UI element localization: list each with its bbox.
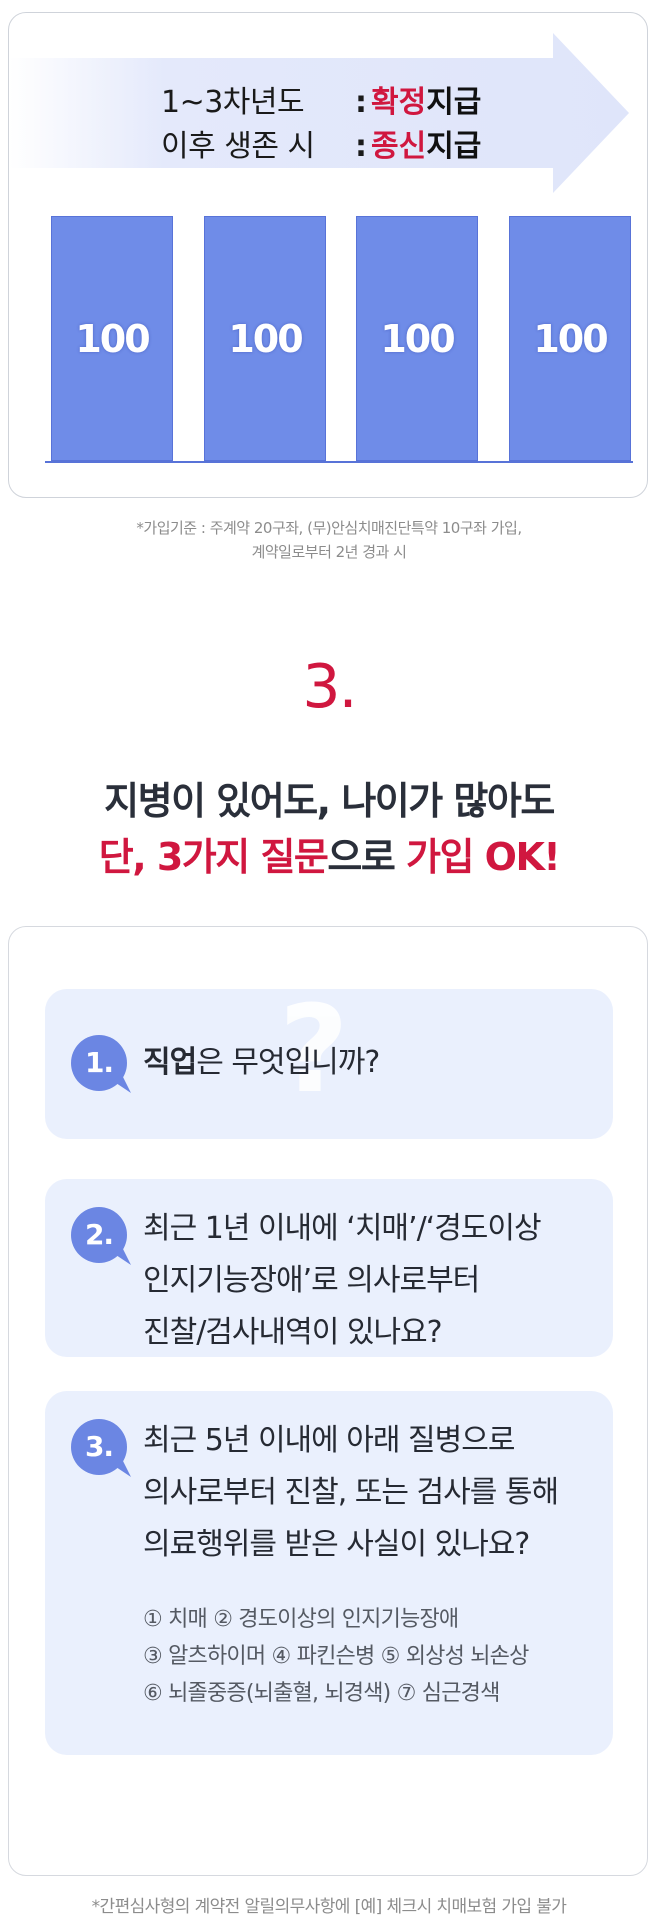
disease-list-line: ⑥ 뇌졸중증(뇌출혈, 뇌경색) ⑦ 심근경색 xyxy=(143,1681,500,1706)
payout-suffix: 지급 xyxy=(426,129,482,164)
chart-footnote-line: *가입기준 : 주계약 20구좌, (무)안심치매진단특약 10구좌 가입, xyxy=(136,519,522,537)
question-text: 최근 1년 이내에 ‘치매’/‘경도이상 인지기능장애’로 의사로부터 진찰/검… xyxy=(143,1203,542,1357)
question-number: 3. xyxy=(84,1430,114,1463)
question-line: 의사로부터 진찰, 또는 검사를 통해 xyxy=(143,1475,559,1510)
question-keyword: 직업 xyxy=(143,1045,197,1080)
disease-list: ① 치매 ② 경도이상의 인지기능장애 ③ 알츠하이머 ④ 파킨슨병 ⑤ 외상성… xyxy=(143,1601,529,1712)
chart-footnote: *가입기준 : 주계약 20구좌, (무)안심치매진단특약 10구좌 가입, 계… xyxy=(0,516,658,564)
question-number-badge: 3. xyxy=(71,1419,133,1481)
title-highlight: 단, 3가지 질문 xyxy=(98,835,329,879)
question-line: 직업은 무엇입니까? xyxy=(143,1037,380,1089)
bar-2: 100 xyxy=(204,216,326,461)
question-text: 직업은 무엇입니까? xyxy=(143,1037,380,1089)
title-highlight: 가입 OK! xyxy=(406,835,561,879)
bar-1: 100 xyxy=(51,216,173,461)
question-line-text: 은 무엇입니까? xyxy=(196,1045,380,1080)
question-line: 최근 1년 이내에 ‘치매’/‘경도이상 xyxy=(143,1211,542,1246)
payout-highlight: 종신 xyxy=(371,129,427,164)
payout-terms: 1~3차년도 : 확정 지급 이후 생존 시 : 종신 지급 xyxy=(161,81,521,169)
question-number-badge: 1. xyxy=(71,1035,133,1097)
question-card: ? 1. 직업은 무엇입니까? 2. 최근 1년 이내에 ‘치매’/‘경도이상 … xyxy=(8,926,648,1876)
bar-4: 100 xyxy=(509,216,631,461)
chart-baseline xyxy=(45,461,633,463)
bar-value-label: 100 xyxy=(380,316,455,361)
question-number-badge: 2. xyxy=(71,1207,133,1269)
payout-colon: : xyxy=(355,129,367,164)
payout-period-label: 이후 생존 시 xyxy=(161,129,315,164)
payout-chart-card: 1~3차년도 : 확정 지급 이후 생존 시 : 종신 지급 100 100 100 10… xyxy=(8,12,648,498)
section-title-line2: 단, 3가지 질문으로 가입 OK! xyxy=(0,826,658,881)
question-number: 2. xyxy=(84,1218,114,1251)
question-box-3: 3. 최근 5년 이내에 아래 질병으로 의사로부터 진찰, 또는 검사를 통해… xyxy=(45,1391,613,1755)
bar-value-label: 100 xyxy=(228,316,303,361)
section-title-line1: 지병이 있어도, 나이가 많아도 xyxy=(104,779,555,823)
payout-period-label: 1~3차년도 xyxy=(161,85,305,120)
question-box-2: 2. 최근 1년 이내에 ‘치매’/‘경도이상 인지기능장애’로 의사로부터 진… xyxy=(45,1179,613,1357)
payout-row-1: 1~3차년도 : 확정 지급 xyxy=(161,81,521,125)
payout-row-2: 이후 생존 시 : 종신 지급 xyxy=(161,125,521,169)
question-line: 의료행위를 받은 사실이 있나요? xyxy=(143,1527,530,1562)
payout-suffix: 지급 xyxy=(426,85,482,120)
bar-group: 100 100 100 100 xyxy=(51,216,631,461)
title-text: 으로 xyxy=(327,835,407,879)
disease-list-line: ③ 알츠하이머 ④ 파킨슨병 ⑤ 외상성 뇌손상 xyxy=(143,1644,529,1669)
disease-list-line: ① 치매 ② 경도이상의 인지기능장애 xyxy=(143,1607,459,1632)
question-line: 최근 5년 이내에 아래 질병으로 xyxy=(143,1423,515,1458)
question-box-1: ? 1. 직업은 무엇입니까? xyxy=(45,989,613,1139)
bar-3: 100 xyxy=(356,216,478,461)
question-text: 최근 5년 이내에 아래 질병으로 의사로부터 진찰, 또는 검사를 통해 의료… xyxy=(143,1415,559,1571)
bottom-disclaimer: *간편심사형의 계약전 알릴의무사항에 [예] 체크시 치매보험 가입 불가 xyxy=(91,1897,567,1917)
bar-value-label: 100 xyxy=(75,316,150,361)
section-number: 3. xyxy=(302,652,357,722)
question-line: 진찰/검사내역이 있나요? xyxy=(143,1315,443,1350)
question-number: 1. xyxy=(84,1046,114,1079)
payout-colon: : xyxy=(355,85,367,120)
payout-highlight: 확정 xyxy=(371,85,427,120)
question-line: 인지기능장애’로 의사로부터 xyxy=(143,1263,480,1298)
bar-value-label: 100 xyxy=(533,316,608,361)
chart-footnote-line: 계약일로부터 2년 경과 시 xyxy=(251,543,407,561)
